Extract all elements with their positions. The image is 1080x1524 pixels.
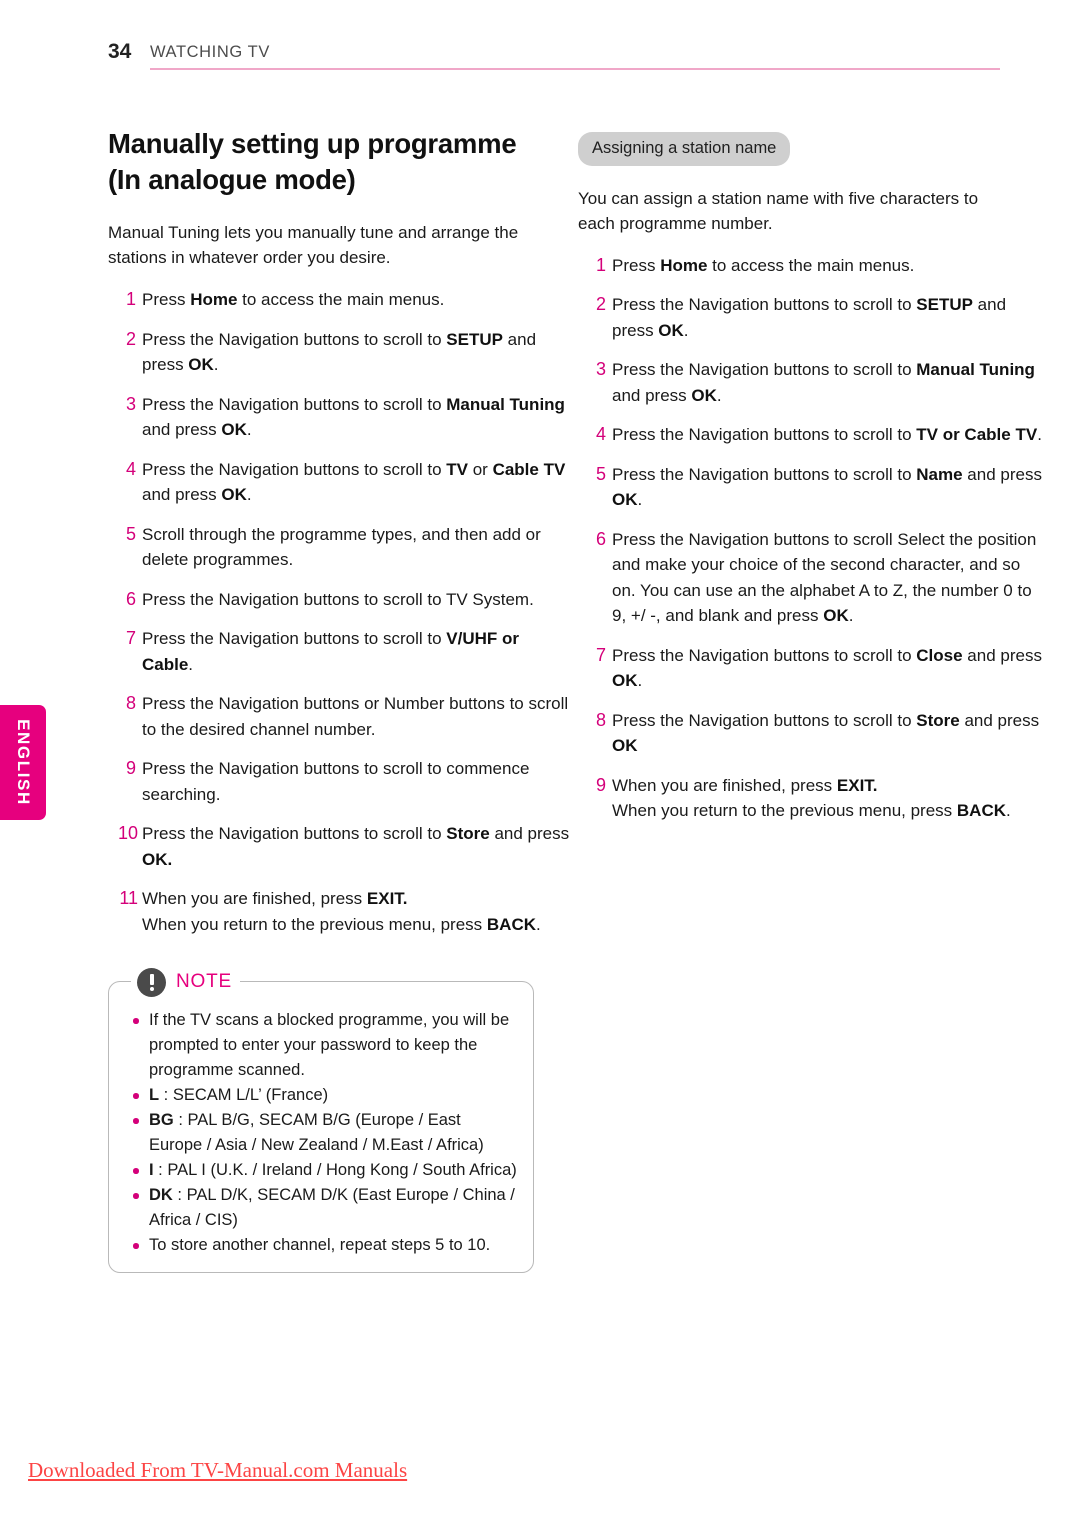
step-text: Press the Navigation buttons to scroll t… [612, 645, 1042, 691]
step-number: 2 [125, 328, 136, 349]
step-text: Press the Navigation buttons to scroll t… [612, 425, 1042, 444]
step-item: 7 Press the Navigation buttons to scroll … [108, 626, 572, 677]
step-item: 9 When you are finished, press EXIT. When … [578, 773, 1042, 824]
note-item: L : SECAM L/L’ (France) [127, 1083, 517, 1108]
page-header: 34 WATCHING TV [108, 40, 1000, 80]
chapter-title: WATCHING TV [150, 43, 270, 61]
step-text: Press the Navigation buttons to scroll t… [142, 459, 566, 505]
step-number: 8 [595, 709, 606, 730]
note-item: BG : PAL B/G, SECAM B/G (Europe / East E… [127, 1108, 517, 1158]
step-item: 5 Press the Navigation buttons to scroll … [578, 462, 1042, 513]
step-number: 4 [125, 458, 136, 479]
section-intro: Manual Tuning lets you manually tune and… [108, 223, 519, 267]
step-number: 10 [117, 823, 138, 843]
step-item: 4 Press the Navigation buttons to scroll … [578, 422, 1042, 448]
left-column: Manually setting up programme (In analog… [108, 108, 569, 1273]
step-item: 3 Press the Navigation buttons to scroll … [108, 392, 572, 443]
note-header: NOTE [131, 965, 240, 999]
step-number: 3 [125, 393, 136, 414]
step-text: When you are finished, press EXIT. When y… [612, 775, 1011, 821]
header-rule [150, 68, 1000, 70]
right-step-list: 1 Press Home to access the main menus. 2 Pr… [578, 253, 1042, 824]
step-text: Press the Navigation buttons to scroll t… [142, 824, 570, 869]
note-item: To store another channel, repeat steps 5… [127, 1233, 517, 1258]
step-item: 2 Press the Navigation buttons to scroll … [108, 327, 572, 378]
footer-download-link[interactable]: Downloaded From TV-Manual.com Manuals [28, 1458, 407, 1483]
step-number: 5 [125, 523, 136, 544]
note-item-list: If the TV scans a blocked programme, you… [127, 1008, 517, 1258]
exclamation-circle-icon [137, 967, 166, 997]
page-number: 34 [108, 40, 132, 63]
step-item: 7 Press the Navigation buttons to scroll … [578, 643, 1042, 694]
note-item: If the TV scans a blocked programme, you… [127, 1008, 517, 1083]
note-title: NOTE [176, 971, 232, 992]
left-step-list: 1 Press Home to access the main menus. 2 Pr… [108, 287, 569, 937]
step-number: 8 [125, 693, 136, 713]
step-text: Press the Navigation buttons to scroll t… [612, 360, 1035, 405]
step-text: Press the Navigation buttons to scroll S… [612, 529, 1037, 626]
language-side-tab: ENGLISH [0, 705, 46, 820]
note-item: DK : PAL D/K, SECAM D/K (East Europe / C… [127, 1183, 517, 1233]
step-text: Press the Navigation buttons to scroll t… [142, 589, 534, 609]
step-number: 6 [125, 588, 136, 609]
step-item: 6 Press the Navigation buttons to scroll … [108, 587, 572, 613]
step-item: 1 Press Home to access the main menus. [108, 287, 572, 313]
step-item: 2 Press the Navigation buttons to scroll … [578, 292, 1042, 343]
step-text: Press the Navigation buttons to scroll t… [142, 759, 530, 804]
step-text: Press the Navigation buttons to scroll t… [612, 710, 1040, 756]
step-number: 4 [595, 424, 606, 444]
step-item: 9 Press the Navigation buttons to scroll … [108, 756, 572, 807]
step-item: 4 Press the Navigation buttons to scroll … [108, 457, 572, 508]
step-number: 5 [595, 463, 606, 484]
subsection-intro: You can assign a station name with five … [578, 188, 979, 233]
language-label: ENGLISH [14, 719, 33, 806]
step-text: Press Home to access the main menus. [612, 255, 915, 275]
step-text: Press the Navigation buttons to scroll t… [612, 464, 1042, 510]
right-column: Assigning a station name You can assign … [578, 108, 1042, 838]
section-title: Manually setting up programme (In analog… [108, 128, 517, 195]
step-number: 1 [125, 289, 136, 309]
step-number: 11 [119, 888, 138, 908]
step-item: 1 Press Home to access the main menus. [578, 253, 1042, 279]
step-number: 7 [595, 644, 606, 665]
step-item: 3 Press the Navigation buttons to scroll … [578, 357, 1042, 408]
step-text: When you are finished, press EXIT. When y… [142, 889, 541, 934]
step-text: Press the Navigation buttons to scroll t… [612, 295, 1007, 340]
step-text: Press the Navigation buttons to scroll t… [142, 329, 537, 375]
step-text: Scroll through the programme types, and … [142, 524, 541, 570]
step-text: Press the Navigation buttons to scroll t… [142, 629, 519, 674]
step-item: 6 Press the Navigation buttons to scroll … [578, 527, 1042, 629]
step-text: Press the Navigation buttons or Number b… [142, 694, 569, 739]
step-text: Press the Navigation buttons to scroll t… [142, 394, 565, 440]
step-number: 6 [595, 528, 606, 549]
note-item: I : PAL I (U.K. / Ireland / Hong Kong / … [127, 1158, 517, 1183]
step-number: 9 [125, 758, 136, 778]
step-number: 1 [595, 254, 606, 275]
subsection-tag: Assigning a station name [578, 132, 791, 166]
step-text: Press Home to access the main menus. [142, 290, 445, 309]
step-number: 9 [595, 774, 606, 795]
step-item: 10 Press the Navigation buttons to scroll… [108, 821, 572, 872]
step-item: 5 Scroll through the programme types, and… [108, 522, 572, 573]
step-item: 11 When you are finished, press EXIT. When… [108, 886, 572, 937]
note-box: NOTE If the TV scans a blocked programme… [108, 965, 534, 1273]
step-item: 8 Press the Navigation buttons or Number … [108, 691, 572, 742]
step-number: 3 [595, 359, 606, 379]
step-number: 7 [125, 628, 136, 648]
step-item: 8 Press the Navigation buttons to scroll … [578, 708, 1042, 759]
step-number: 2 [595, 294, 606, 314]
